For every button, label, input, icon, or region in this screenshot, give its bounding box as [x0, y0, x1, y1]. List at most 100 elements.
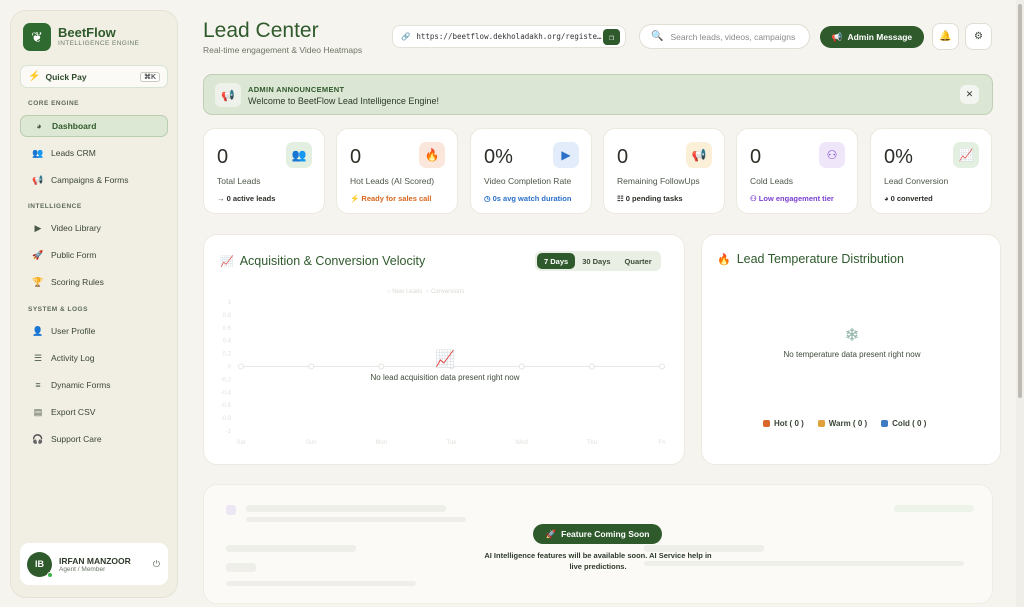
search-icon: 🔍 [651, 31, 664, 42]
sidebar-item-activity-log[interactable]: ☰ Activity Log [20, 347, 168, 369]
network-icon: ⚇ [819, 142, 845, 168]
admin-announcement: 📢 ADMIN ANNOUNCEMENT Welcome to BeetFlow… [203, 74, 993, 115]
megaphone-icon: 📢 [215, 83, 241, 107]
section-title-core: CORE ENGINE [28, 100, 80, 107]
user-role: Agent / Member [59, 565, 106, 573]
velocity-panel: 📈 Acquisition & Conversion Velocity 7 Day… [203, 234, 685, 465]
brand-name: BeetFlow [58, 25, 116, 40]
registration-url-field[interactable]: 🔗 https://beetflow.dekholadakh.org/regis… [392, 25, 626, 48]
sidebar-item-label: Activity Log [51, 353, 95, 363]
y-tick-label: -0.6 [221, 403, 232, 409]
stat-value: 0 [750, 146, 762, 168]
temperature-empty-text: No temperature data present right now [783, 350, 921, 359]
stat-value: 0 [350, 146, 362, 168]
sidebar-item-scoring-rules[interactable]: 🏆 Scoring Rules [20, 271, 168, 293]
stat-label: Video Completion Rate [484, 176, 572, 186]
stat-subtext: ◕ 0 converted [884, 194, 933, 203]
sidebar-item-support-care[interactable]: 🎧 Support Care [20, 428, 168, 450]
coming-soon-text: AI Intelligence features will be availab… [484, 551, 712, 571]
stat-card-video-completion[interactable]: 0% ▶ Video Completion Rate ◷ 0s avg watc… [470, 128, 592, 214]
file-csv-icon: ▤ [33, 406, 43, 417]
stat-value: 0 [217, 146, 229, 168]
stat-card-followups[interactable]: 0 📢 Remaining FollowUps ☷ 0 pending task… [603, 128, 725, 214]
legend-hot: Hot ( 0 ) [774, 419, 804, 428]
notifications-button[interactable]: 🔔 [932, 23, 959, 50]
pie-chart-icon: ◕ [36, 121, 42, 131]
scrollbar-thumb[interactable] [1018, 4, 1022, 398]
sidebar-item-label: Campaigns & Forms [51, 175, 129, 185]
stat-subtext: ⚇ Low engagement tier [750, 194, 834, 203]
stat-label: Hot Leads (AI Scored) [350, 176, 435, 186]
bell-icon: 🔔 [939, 31, 952, 42]
admin-message-button[interactable]: 📢 Admin Message [820, 26, 924, 48]
stat-subtext: → 0 active leads [217, 194, 276, 203]
announcement-label: ADMIN ANNOUNCEMENT [248, 85, 345, 94]
list-check-icon: ☰ [33, 352, 43, 363]
bolt-icon: ⚡ [28, 71, 41, 82]
data-point [238, 363, 244, 370]
stat-card-total-leads[interactable]: 0 👥 Total Leads → 0 active leads [203, 128, 325, 214]
sidebar-item-label: Public Form [51, 250, 97, 260]
section-title-intelligence: INTELLIGENCE [28, 203, 82, 210]
feature-coming-soon-badge: 🚀 Feature Coming Soon [533, 524, 662, 544]
copy-icon: ❐ [609, 32, 614, 42]
stat-subtext: ☷ 0 pending tasks [617, 194, 683, 203]
y-tick-label: -1 [226, 429, 232, 435]
section-title-system: SYSTEM & LOGS [28, 306, 88, 313]
avatar-initials: IB [35, 559, 44, 569]
settings-button[interactable]: ⚙ [965, 23, 992, 50]
close-announcement-button[interactable]: ✕ [960, 85, 979, 104]
trend-chart-icon: 📈 [953, 142, 979, 168]
quick-pay-button[interactable]: ⚡ Quick Pay ⌘K [20, 65, 168, 88]
temperature-panel: 🔥 Lead Temperature Distribution ❄ No temp… [701, 234, 1001, 465]
users-icon: 👥 [286, 142, 312, 168]
copy-url-button[interactable]: ❐ [603, 29, 620, 45]
data-point [659, 363, 665, 370]
sidebar-item-user-profile[interactable]: 👤 User Profile [20, 320, 168, 342]
data-point [518, 363, 525, 370]
brand-subtitle: INTELLIGENCE ENGINE [58, 40, 140, 47]
blurred-line [226, 563, 256, 572]
sidebar-item-dynamic-forms[interactable]: ≡ Dynamic Forms [20, 374, 168, 396]
sidebar-item-public-form[interactable]: 🚀 Public Form [20, 244, 168, 266]
users-icon: 👥 [32, 147, 44, 158]
sidebar-item-video-library[interactable]: ▶ Video Library [20, 217, 168, 239]
ai-insights-panel-blurred [203, 484, 993, 604]
sidebar-item-label: Leads CRM [51, 148, 96, 158]
sidebar-item-leads-crm[interactable]: 👥 Leads CRM [20, 142, 168, 164]
sidebar-item-label: User Profile [51, 326, 96, 336]
data-point [378, 363, 385, 370]
page-subtitle: Real-time engagement & Video Heatmaps [203, 45, 363, 55]
user-card[interactable]: IB IRFAN MANZOOR Agent / Member ⏻ [20, 543, 168, 585]
y-tick-label: -0.8 [221, 416, 232, 422]
close-icon: ✕ [965, 89, 974, 99]
coming-soon-label: Feature Coming Soon [561, 529, 650, 539]
sidebar-item-campaigns[interactable]: 📢 Campaigns & Forms [20, 169, 168, 191]
y-tick-label: 0.8 [223, 313, 232, 319]
y-tick-label: 0.6 [223, 326, 232, 332]
admin-message-label: Admin Message [847, 32, 913, 42]
stat-label: Remaining FollowUps [617, 176, 700, 186]
sidebar-item-label: Dashboard [52, 121, 97, 131]
fire-icon: 🔥 [419, 142, 445, 168]
stat-card-cold-leads[interactable]: 0 ⚇ Cold Leads ⚇ Low engagement tier [736, 128, 858, 214]
stat-card-hot-leads[interactable]: 0 🔥 Hot Leads (AI Scored) ⚡ Ready for sa… [336, 128, 458, 214]
sidebar-item-export-csv[interactable]: ▤ Export CSV [20, 401, 168, 423]
megaphone-icon: 📢 [32, 174, 44, 185]
stat-card-lead-conversion[interactable]: 0% 📈 Lead Conversion ◕ 0 converted [870, 128, 992, 214]
power-icon[interactable]: ⏻ [153, 559, 160, 570]
sidebar-item-dashboard[interactable]: ◕ Dashboard [20, 115, 168, 137]
warm-swatch [817, 420, 825, 427]
megaphone-icon: 📢 [686, 142, 712, 168]
registration-url: https://beetflow.dekholadakh.org/registe… [416, 32, 602, 41]
quick-pay-shortcut: ⌘K [139, 71, 160, 82]
brand[interactable]: ❦ BeetFlow INTELLIGENCE ENGINE [23, 23, 139, 51]
page-scrollbar[interactable] [1016, 0, 1024, 607]
search-input[interactable] [670, 31, 796, 42]
online-status-dot [47, 571, 53, 578]
y-tick-label: 1 [228, 300, 232, 306]
rocket-icon: 🚀 [545, 528, 557, 539]
search-box[interactable]: 🔍 [639, 24, 810, 49]
x-tick-label: Thu [587, 440, 597, 446]
blurred-line [246, 517, 466, 522]
